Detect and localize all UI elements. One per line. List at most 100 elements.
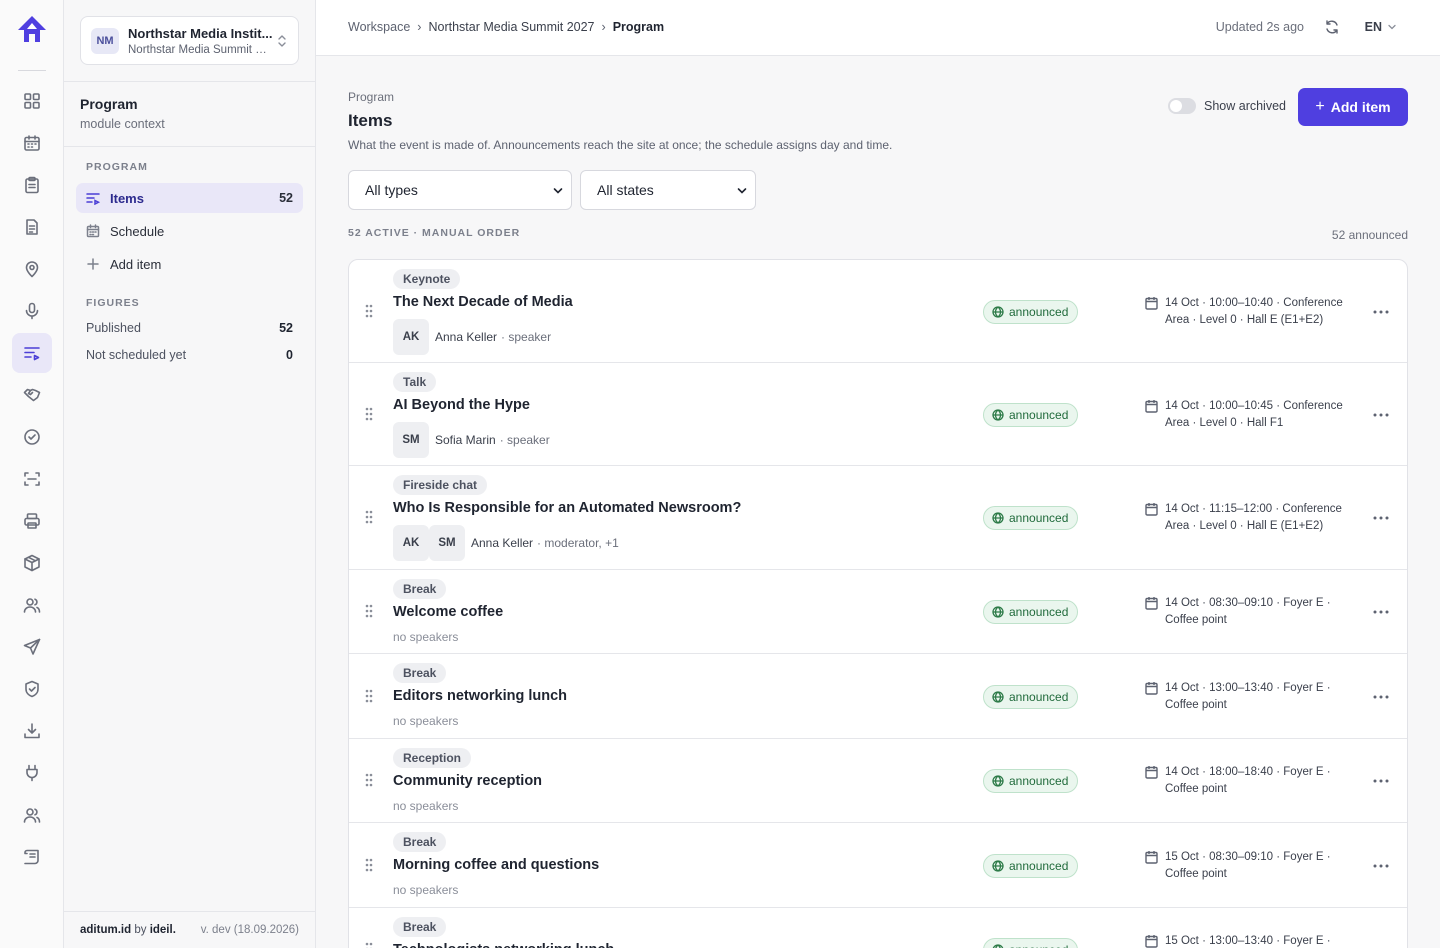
globe-icon xyxy=(992,512,1004,524)
globe-icon xyxy=(992,606,1004,618)
show-archived-toggle[interactable]: Show archived xyxy=(1168,98,1286,114)
item-title[interactable]: Technologists networking lunch xyxy=(393,942,614,948)
organization-switcher[interactable]: NM Northstar Media Instit... Northstar M… xyxy=(80,16,299,65)
send-icon[interactable] xyxy=(12,627,52,667)
item-title[interactable]: AI Beyond the Hype xyxy=(393,397,530,413)
list-item[interactable]: Reception Community reception no speakers a… xyxy=(349,739,1407,823)
status-label: announced xyxy=(1009,511,1069,525)
document-icon[interactable] xyxy=(12,207,52,247)
drag-handle-icon[interactable] xyxy=(365,689,373,703)
drag-handle-icon[interactable] xyxy=(365,858,373,872)
calendar-icon[interactable] xyxy=(12,123,52,163)
people-icon[interactable] xyxy=(12,585,52,625)
list-item[interactable]: Talk AI Beyond the Hype SM Sofia Marin · spe… xyxy=(349,363,1407,466)
item-speakers: AK SM Anna Keller · moderator, +1 xyxy=(393,525,619,561)
drag-handle-icon[interactable] xyxy=(365,407,373,421)
item-title[interactable]: Community reception xyxy=(393,773,542,789)
speaker-name: Anna Keller xyxy=(435,330,498,344)
drag-handle-icon[interactable] xyxy=(365,604,373,618)
scan-icon[interactable] xyxy=(12,459,52,499)
maker-name[interactable]: ideil. xyxy=(150,924,176,936)
dashboard-icon[interactable] xyxy=(12,81,52,121)
sidebar-item-label: Add item xyxy=(110,256,162,272)
toggle-switch[interactable] xyxy=(1168,98,1196,114)
by-text: by xyxy=(134,924,147,936)
list-summary: 52 ACTIVE · MANUAL ORDER xyxy=(348,227,521,239)
more-options-icon[interactable] xyxy=(1373,779,1389,783)
list-item[interactable]: Break Welcome coffee no speakers announced 1… xyxy=(349,570,1407,654)
event-name: Northstar Media Summit 2... xyxy=(128,44,270,56)
item-title[interactable]: Who Is Responsible for an Automated News… xyxy=(393,500,741,516)
breadcrumb-event[interactable]: Northstar Media Summit 2027 xyxy=(428,20,594,34)
refresh-icon[interactable] xyxy=(1324,19,1340,35)
avatar: AK xyxy=(393,525,429,561)
breadcrumb: Workspace › Northstar Media Summit 2027 … xyxy=(348,20,664,34)
list-item[interactable]: BreakTechnologists networking lunchno sp… xyxy=(349,908,1407,948)
more-options-icon[interactable] xyxy=(1373,695,1389,699)
type-filter-select[interactable]: All types xyxy=(348,170,572,210)
item-schedule: 15 Oct · 08:30–09:10 · Foyer E · Coffee … xyxy=(1145,849,1345,883)
speaker-role: · speaker xyxy=(501,330,552,344)
sidebar-item-schedule[interactable]: Schedule xyxy=(76,216,303,246)
figure-row-published: Published 52 xyxy=(86,321,293,335)
clipboard-icon[interactable] xyxy=(12,165,52,205)
more-options-icon[interactable] xyxy=(1373,864,1389,868)
list-item[interactable]: Break Editors networking lunch no speakers… xyxy=(349,654,1407,739)
printer-icon[interactable] xyxy=(12,501,52,541)
location-icon[interactable] xyxy=(12,249,52,289)
main-content: Program Items What the event is made of.… xyxy=(316,56,1440,948)
item-title[interactable]: Welcome coffee xyxy=(393,604,503,620)
plus-icon xyxy=(87,258,99,270)
footer-brand: aditum.id by ideil. xyxy=(80,924,176,936)
logo-icon[interactable] xyxy=(16,14,48,46)
avatar: AK xyxy=(393,319,429,355)
list-item[interactable]: Fireside chat Who Is Responsible for an A… xyxy=(349,466,1407,570)
schedule-text: 14 Oct · 10:00–10:40 · Conference Area ·… xyxy=(1165,297,1343,326)
calendar-icon xyxy=(1145,935,1158,948)
context-title: Program xyxy=(80,96,138,112)
state-filter-value: All states xyxy=(597,182,654,198)
more-options-icon[interactable] xyxy=(1373,610,1389,614)
brand-name[interactable]: aditum.id xyxy=(80,924,131,936)
shield-icon[interactable] xyxy=(12,669,52,709)
list-item[interactable]: Keynote The Next Decade of Media AK Anna Ke… xyxy=(349,260,1407,363)
breadcrumb-workspace[interactable]: Workspace xyxy=(348,20,410,34)
microphone-icon[interactable] xyxy=(12,291,52,331)
status-label: announced xyxy=(1009,690,1069,704)
globe-icon xyxy=(992,944,1004,948)
more-options-icon[interactable] xyxy=(1373,413,1389,417)
drag-handle-icon[interactable] xyxy=(365,304,373,318)
more-options-icon[interactable] xyxy=(1373,310,1389,314)
drag-handle-icon[interactable] xyxy=(365,942,373,948)
download-icon[interactable] xyxy=(12,711,52,751)
check-circle-icon[interactable] xyxy=(12,417,52,457)
org-name: Northstar Media Instit... xyxy=(128,26,273,41)
announced-count: 52 announced xyxy=(1331,228,1408,242)
plug-icon[interactable] xyxy=(12,753,52,793)
more-options-icon[interactable] xyxy=(1373,516,1389,520)
item-schedule: 14 Oct · 10:00–10:45 · Conference Area ·… xyxy=(1145,398,1345,432)
handshake-icon[interactable] xyxy=(12,375,52,415)
status-badge: announced xyxy=(983,403,1079,427)
package-icon[interactable] xyxy=(12,543,52,583)
sidebar-item-items[interactable]: Items 52 xyxy=(76,183,303,213)
item-title[interactable]: Morning coffee and questions xyxy=(393,857,599,873)
sidebar-item-add-item[interactable]: Add item xyxy=(76,249,303,279)
list-item[interactable]: Break Morning coffee and questions no spea… xyxy=(349,823,1407,908)
drag-handle-icon[interactable] xyxy=(365,773,373,787)
figure-value: 0 xyxy=(286,348,293,362)
add-item-button[interactable]: + Add item xyxy=(1298,88,1408,126)
sidebar-item-label: Schedule xyxy=(110,223,165,239)
calendar-icon xyxy=(1145,503,1158,516)
calendar-icon xyxy=(1145,682,1158,695)
program-icon[interactable] xyxy=(12,333,52,373)
drag-handle-icon[interactable] xyxy=(365,510,373,524)
users-icon[interactable] xyxy=(12,795,52,835)
status-badge: announced xyxy=(983,600,1079,624)
state-filter-select[interactable]: All states xyxy=(580,170,756,210)
item-title[interactable]: Editors networking lunch xyxy=(393,688,567,704)
language-selector[interactable]: EN xyxy=(1365,20,1397,34)
item-title[interactable]: The Next Decade of Media xyxy=(393,294,573,310)
top-bar: Workspace › Northstar Media Summit 2027 … xyxy=(316,0,1440,56)
ledger-icon[interactable] xyxy=(12,837,52,877)
